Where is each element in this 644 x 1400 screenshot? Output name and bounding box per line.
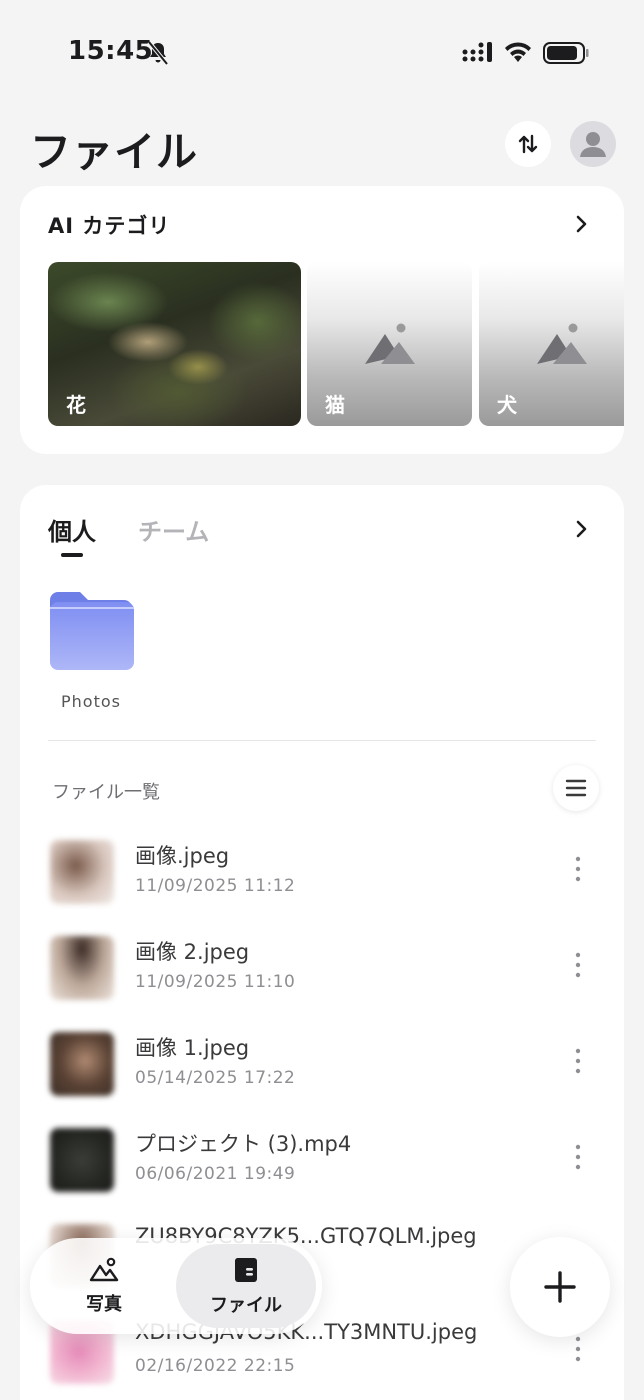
folder-label: Photos: [61, 692, 121, 711]
page-title: ファイル: [30, 128, 198, 176]
status-bar: 15:45: [0, 0, 644, 100]
file-thumbnail: [50, 1032, 114, 1096]
file-date: 11/09/2025 11:12: [135, 876, 296, 896]
more-vertical-icon[interactable]: [566, 1142, 590, 1172]
image-placeholder-icon: [365, 323, 415, 364]
sort-button[interactable]: [505, 121, 551, 167]
tab-label: 写真: [86, 1294, 122, 1315]
category-tile-label: 犬: [497, 393, 517, 417]
tab-personal[interactable]: 個人: [48, 512, 96, 547]
file-thumbnail: [50, 1128, 114, 1192]
file-date: 05/14/2025 17:22: [135, 1068, 296, 1088]
status-time: 15:45: [68, 36, 154, 66]
plus-icon: [544, 1271, 576, 1303]
file-thumbnail: [50, 936, 114, 1000]
more-vertical-icon[interactable]: [566, 1046, 590, 1076]
tab-label: ファイル: [210, 1295, 282, 1316]
file-name: 画像.jpeg: [135, 844, 230, 868]
active-tab-indicator: [61, 553, 83, 557]
file-name: 画像 1.jpeg: [135, 1036, 250, 1060]
menu-list-icon: [565, 779, 587, 797]
battery-icon: [543, 42, 589, 64]
image-placeholder-icon: [537, 323, 587, 364]
chevron-right-icon[interactable]: [570, 213, 592, 235]
user-icon: [580, 132, 606, 157]
file-thumbnail: [50, 840, 114, 904]
file-name: 画像 2.jpeg: [135, 940, 250, 964]
ai-category-title: AI カテゴリ: [48, 214, 171, 238]
more-vertical-icon[interactable]: [566, 950, 590, 980]
category-tile-dog[interactable]: 犬: [479, 262, 624, 426]
more-vertical-icon[interactable]: [566, 854, 590, 884]
file-list-item[interactable]: 画像 1.jpeg 05/14/2025 17:22: [48, 1032, 596, 1112]
file-icon: [235, 1258, 257, 1282]
category-tile-label: 猫: [325, 393, 345, 417]
file-list-item[interactable]: 画像 2.jpeg 11/09/2025 11:10: [48, 936, 596, 1016]
category-tile-flower[interactable]: 花: [48, 262, 301, 426]
wifi-icon: [505, 42, 531, 62]
file-date: 02/16/2022 22:15: [135, 1356, 296, 1376]
cellular-signal-icon: [462, 42, 492, 62]
bell-muted-icon: [147, 40, 169, 66]
list-view-button[interactable]: [553, 765, 599, 811]
avatar[interactable]: [570, 121, 616, 167]
tab-team[interactable]: チーム: [138, 512, 209, 547]
tab-files[interactable]: ファイル: [176, 1244, 316, 1328]
more-vertical-icon[interactable]: [566, 1334, 590, 1364]
file-list-item[interactable]: 画像.jpeg 11/09/2025 11:12: [48, 840, 596, 920]
chevron-right-icon[interactable]: [570, 518, 592, 540]
ai-category-card: AI カテゴリ 花 猫 犬: [20, 186, 624, 454]
tab-photos[interactable]: 写真: [46, 1244, 162, 1328]
file-list-heading: ファイル一覧: [52, 782, 160, 803]
file-date: 06/06/2021 19:49: [135, 1164, 296, 1184]
folder-icon[interactable]: [48, 590, 134, 672]
file-list-item[interactable]: プロジェクト (3).mp4 06/06/2021 19:49: [48, 1128, 596, 1208]
file-date: 11/09/2025 11:10: [135, 972, 296, 992]
add-button[interactable]: [510, 1237, 610, 1337]
file-name: プロジェクト (3).mp4: [135, 1132, 352, 1156]
category-tile-cat[interactable]: 猫: [307, 262, 472, 426]
category-tile-label: 花: [66, 393, 86, 417]
photo-icon: [89, 1257, 119, 1282]
bottom-tab-bar: 写真 ファイル: [30, 1238, 322, 1334]
sort-arrows-icon: [518, 134, 538, 154]
divider: [48, 740, 596, 741]
